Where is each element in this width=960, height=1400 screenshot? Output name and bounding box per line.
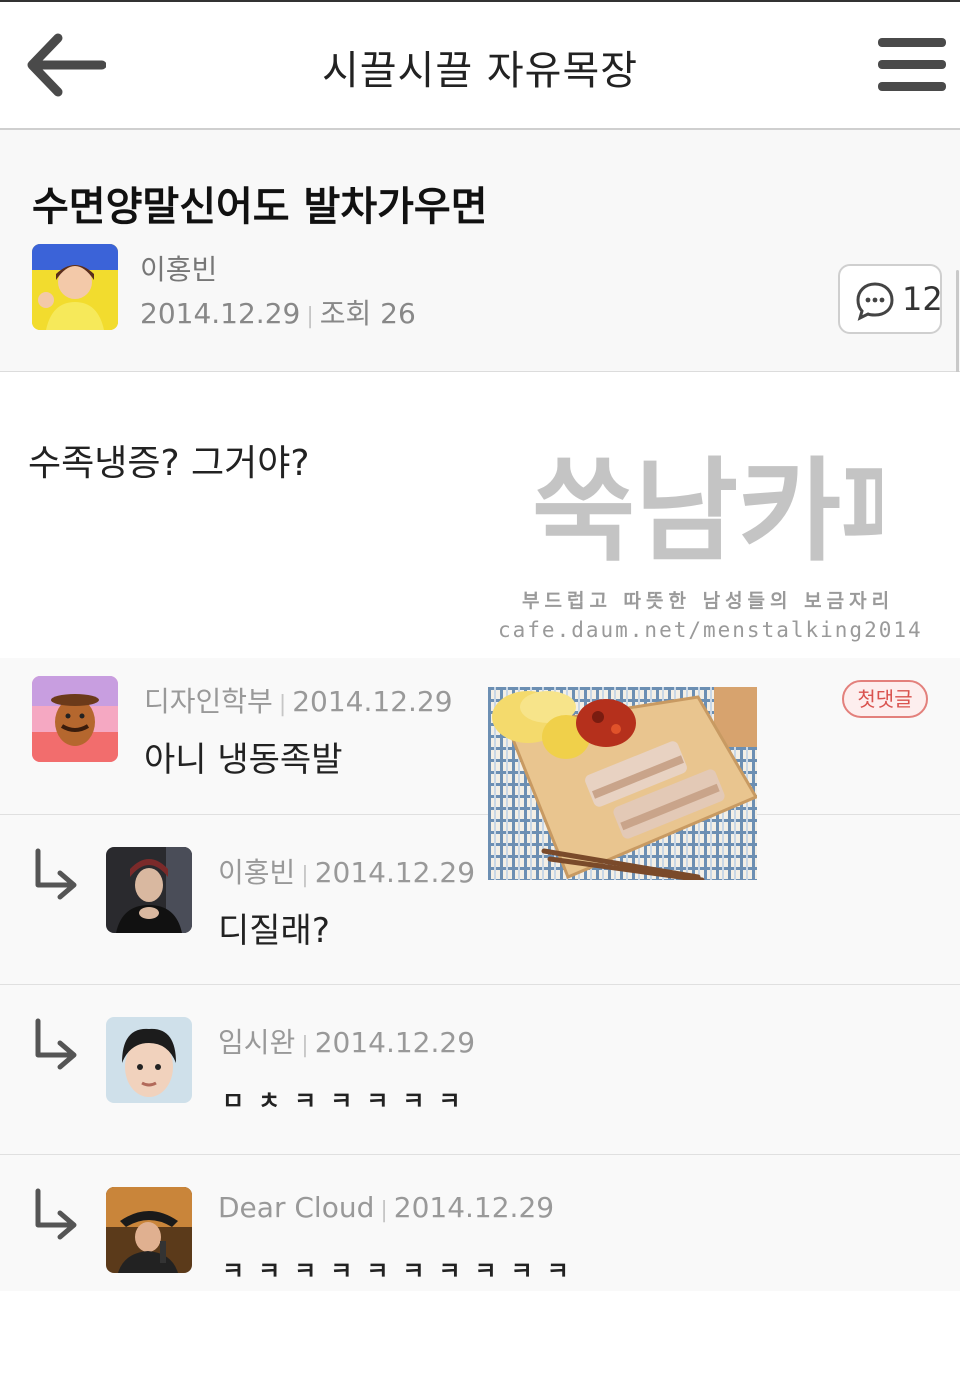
meta-divider: | [301,863,309,888]
page-title: 시끌시끌 자유목장 [321,48,639,94]
cafe-logo-text: 쑥남카페 [532,447,882,572]
cafe-logo: 쑥남카페 [532,447,882,572]
comment-meta: 임시완 | 2014.12.29 [218,1021,475,1061]
author-avatar-image [32,244,118,330]
comment-text: ㅁㅊㅋㅋㅋㅋㅋ [222,1087,475,1115]
comment-item: 임시완 | 2014.12.29 ㅁㅊㅋㅋㅋㅋㅋ [0,985,960,1155]
comment-count: 12 [902,280,943,318]
comment-date: 2014.12.29 [393,1191,555,1224]
comment-author[interactable]: 디자인학부 [144,685,273,718]
comment-meta: Dear Cloud | 2014.12.29 [218,1191,554,1224]
meta-divider: | [301,1033,309,1058]
avatar[interactable] [32,676,118,762]
meta-divider: | [306,304,314,329]
food-photo [488,687,757,880]
reply-arrow-icon [35,1188,77,1240]
avatar[interactable] [106,1187,192,1273]
comment-text: 디질래? [218,911,330,951]
watermark: 쑥남카페 부드럽고 따뜻한 남성들의 보금자리 cafe.daum.net/me… [492,432,932,662]
meta-divider: | [380,1198,388,1223]
scrollbar[interactable] [956,270,959,380]
commenter-avatar-image [106,1187,192,1273]
post-header: 수면양말신어도 발차가우면 이홍빈 2014.12.29 | 조회 26 12 [0,130,960,380]
meta-divider: | [278,692,287,717]
bossam-image [488,687,757,880]
watermark-tagline: 부드럽고 따뜻한 남성들의 보금자리 [522,590,895,612]
comment-count-button[interactable]: 12 [838,264,943,334]
avatar[interactable] [32,244,118,330]
comment-meta: 이홍빈 | 2014.12.29 [218,851,475,891]
reply-arrow-icon [35,1018,77,1070]
menu-button[interactable] [876,36,948,96]
post-meta: 2014.12.29 | 조회 26 [140,292,416,332]
comment-author[interactable]: 임시완 [218,1026,295,1059]
comment-date: 2014.12.29 [314,856,476,889]
comment-date: 2014.12.29 [314,1026,476,1059]
app-header: 시끌시끌 자유목장 [0,2,960,130]
post-body: 수족냉증? 그거야? 쑥남카페 부드럽고 따뜻한 남성들의 보금자리 cafe.… [0,372,960,658]
comment-item: Dear Cloud | 2014.12.29 ㅋㅋㅋㅋㅋㅋㅋㅋㅋㅋ [0,1155,960,1291]
commenter-avatar-image [106,847,192,933]
watermark-url: cafe.daum.net/menstalking2014 [498,618,923,642]
comment-date: 2014.12.29 [292,685,453,718]
post-title: 수면양말신어도 발차가우면 [32,184,488,230]
comment-item: 이홍빈 | 2014.12.29 디질래? [0,815,960,985]
speech-bubble-icon [856,282,894,321]
comment-text: ㅋㅋㅋㅋㅋㅋㅋㅋㅋㅋ [222,1257,583,1285]
post-content: 수족냉증? 그거야? [28,443,310,484]
avatar[interactable] [106,1017,192,1103]
reply-arrow-icon [35,848,77,900]
comment-author[interactable]: 이홍빈 [218,856,295,889]
comment-list: 디자인학부 | 2014.12.29 아니 냉동족발 첫댓글 이홍빈 | 2014.12… [0,658,960,1291]
commenter-avatar-image [32,676,118,762]
comment-text: 아니 냉동족발 [144,740,343,780]
commenter-avatar-image [106,1017,192,1103]
first-comment-badge: 첫댓글 [842,680,928,718]
comment-item: 디자인학부 | 2014.12.29 아니 냉동족발 첫댓글 [0,658,960,815]
comment-author[interactable]: Dear Cloud [218,1191,374,1224]
avatar[interactable] [106,847,192,933]
author-name[interactable]: 이홍빈 [140,248,217,288]
view-count: 조회 26 [319,297,416,330]
post-date: 2014.12.29 [140,297,301,330]
comment-meta: 디자인학부 | 2014.12.29 [144,680,453,720]
hamburger-icon [878,38,946,91]
